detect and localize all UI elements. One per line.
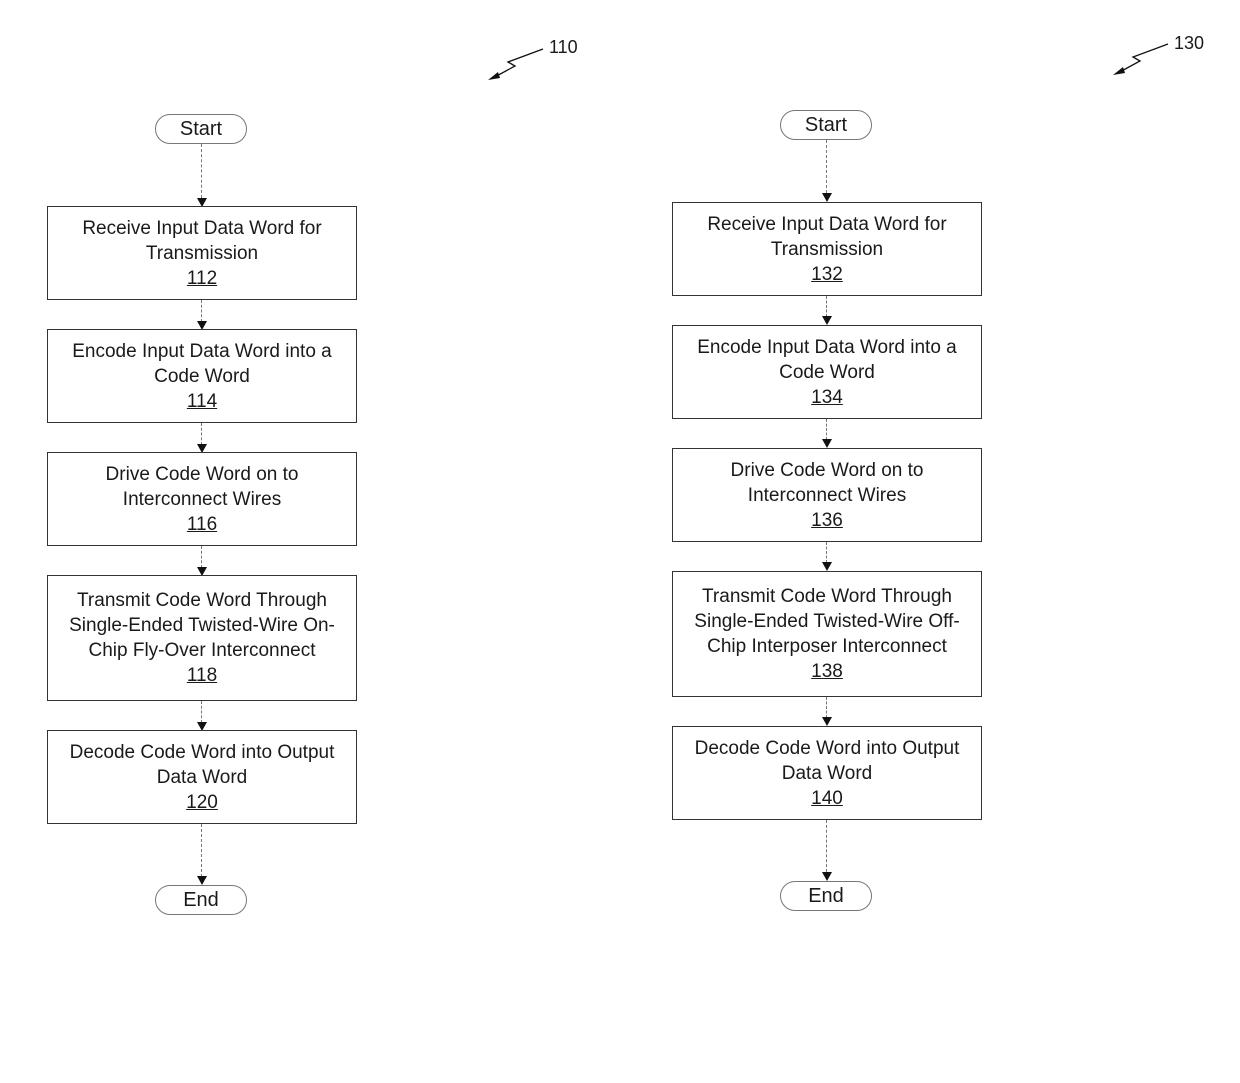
step-text: Decode Code Word into Output Data Word xyxy=(69,741,335,788)
step-text: Transmit Code Word Through Single-Ended … xyxy=(694,586,960,657)
arrowhead-icon xyxy=(822,562,832,571)
connector xyxy=(201,701,202,723)
arrowhead-icon xyxy=(822,872,832,881)
connector xyxy=(201,423,202,445)
step-number: 112 xyxy=(186,267,218,289)
step-text: Receive Input Data Word for Transmission xyxy=(707,213,947,260)
process-step-118: Transmit Code Word Through Single-Ended … xyxy=(47,575,357,701)
figure-ref-130: 130 xyxy=(1113,32,1213,82)
figure-ref-110: 110 xyxy=(488,36,588,86)
process-step-138: Transmit Code Word Through Single-Ended … xyxy=(672,571,982,697)
step-number: 134 xyxy=(811,386,843,408)
arrowhead-icon xyxy=(822,316,832,325)
step-text: Drive Code Word on to Interconnect Wires xyxy=(730,459,924,506)
start-terminal: Start xyxy=(780,110,872,140)
connector xyxy=(201,300,202,322)
step-text: Drive Code Word on to Interconnect Wires xyxy=(105,463,299,510)
step-text: Encode Input Data Word into a Code Word xyxy=(72,340,332,387)
connector xyxy=(826,542,827,563)
connector xyxy=(826,296,827,317)
process-step-140: Decode Code Word into Output Data Word 1… xyxy=(672,726,982,820)
step-number: 114 xyxy=(186,390,218,412)
connector xyxy=(826,419,827,440)
flowchart-110: Start Receive Input Data Word for Transm… xyxy=(47,0,357,1083)
arrowhead-icon xyxy=(197,876,207,885)
connector xyxy=(201,546,202,568)
ref-label: 110 xyxy=(549,37,578,57)
connector xyxy=(826,140,827,193)
process-step-120: Decode Code Word into Output Data Word 1… xyxy=(47,730,357,824)
step-number: 138 xyxy=(811,661,843,682)
ref-arrow-icon xyxy=(488,48,544,80)
process-step-114: Encode Input Data Word into a Code Word … xyxy=(47,329,357,423)
step-number: 118 xyxy=(186,665,218,686)
step-text: Transmit Code Word Through Single-Ended … xyxy=(69,590,335,661)
connector xyxy=(826,697,827,718)
step-number: 136 xyxy=(811,509,843,531)
arrowhead-icon xyxy=(822,193,832,202)
ref-label: 130 xyxy=(1174,33,1205,53)
start-terminal: Start xyxy=(155,114,247,144)
step-number: 132 xyxy=(811,263,843,285)
arrowhead-icon xyxy=(822,717,832,726)
flowchart-130: Start Receive Input Data Word for Transm… xyxy=(672,0,982,1083)
connector xyxy=(201,824,202,877)
step-text: Receive Input Data Word for Transmission xyxy=(82,217,322,264)
connector xyxy=(201,144,202,198)
process-step-136: Drive Code Word on to Interconnect Wires… xyxy=(672,448,982,542)
process-step-134: Encode Input Data Word into a Code Word … xyxy=(672,325,982,419)
end-terminal: End xyxy=(780,881,872,911)
ref-arrow-icon xyxy=(1113,43,1169,75)
process-step-116: Drive Code Word on to Interconnect Wires… xyxy=(47,452,357,546)
process-step-112: Receive Input Data Word for Transmission… xyxy=(47,206,357,300)
connector xyxy=(826,820,827,872)
step-number: 116 xyxy=(186,513,218,535)
step-number: 120 xyxy=(186,791,218,813)
end-terminal: End xyxy=(155,885,247,915)
step-text: Encode Input Data Word into a Code Word xyxy=(697,336,957,383)
step-number: 140 xyxy=(811,787,843,809)
step-text: Decode Code Word into Output Data Word xyxy=(694,737,960,784)
arrowhead-icon xyxy=(822,439,832,448)
process-step-132: Receive Input Data Word for Transmission… xyxy=(672,202,982,296)
